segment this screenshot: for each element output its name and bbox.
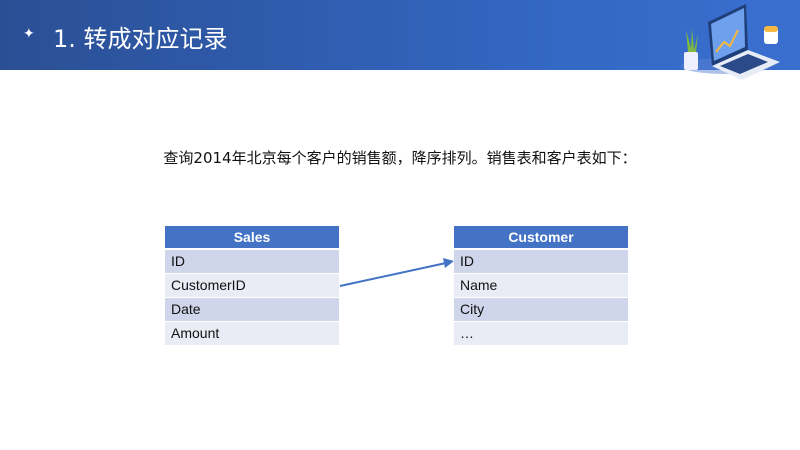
relation-arrow-icon — [339, 258, 454, 287]
